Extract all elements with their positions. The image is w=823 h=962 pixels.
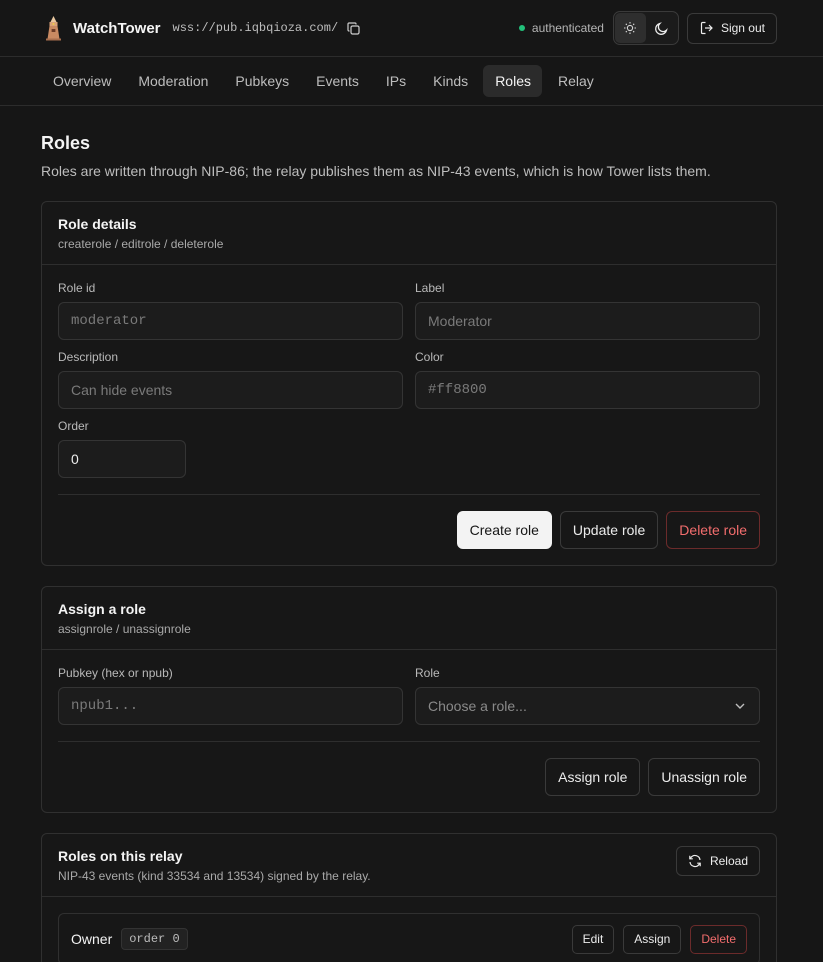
sign-out-label: Sign out	[720, 21, 765, 35]
role-id-input[interactable]	[58, 302, 403, 340]
light-theme-button[interactable]	[614, 13, 646, 43]
roles-list-card: Roles on this relay NIP-43 events (kind …	[41, 833, 777, 962]
main-nav: Overview Moderation Pubkeys Events IPs K…	[0, 57, 823, 106]
top-bar: WatchTower wss://pub.iqbqioza.com/ authe…	[0, 0, 823, 57]
chevron-down-icon	[735, 703, 745, 709]
pubkey-label: Pubkey (hex or npub)	[58, 666, 173, 680]
description-label: Description	[58, 350, 119, 364]
tab-overview[interactable]: Overview	[41, 65, 122, 97]
role-row: Owner order 0 Edit Assign Delete	[58, 913, 760, 962]
tab-events[interactable]: Events	[304, 65, 370, 97]
card-title: Roles on this relay	[58, 848, 183, 864]
sign-out-icon	[700, 21, 713, 35]
assign-role-header: Assign a role assignrole / unassignrole	[42, 587, 776, 650]
description-input[interactable]	[58, 371, 403, 409]
role-details-header: Role details createrole / editrole / del…	[42, 202, 776, 265]
tab-kinds[interactable]: Kinds	[421, 65, 479, 97]
moon-icon	[654, 21, 668, 35]
sign-out-button[interactable]: Sign out	[686, 12, 777, 44]
tab-roles[interactable]: Roles	[483, 65, 542, 97]
card-title: Assign a role	[58, 601, 146, 617]
relay-url: wss://pub.iqbqioza.com/	[172, 21, 339, 35]
roles-list-header: Roles on this relay NIP-43 events (kind …	[42, 834, 776, 897]
page-title: Roles	[41, 133, 91, 153]
tab-relay[interactable]: Relay	[546, 65, 605, 97]
color-group: Color	[415, 350, 760, 409]
order-badge: order 0	[121, 928, 188, 950]
sun-icon	[624, 22, 637, 34]
order-input[interactable]	[58, 440, 186, 478]
app-name: WatchTower	[73, 19, 161, 37]
role-select[interactable]: Choose a role...	[415, 687, 760, 725]
card-subtitle: NIP-43 events (kind 33534 and 13534) sig…	[58, 869, 371, 883]
dark-theme-button[interactable]	[646, 13, 677, 43]
color-label: Color	[415, 350, 444, 364]
card-title: Role details	[58, 216, 137, 232]
brand[interactable]: WatchTower	[43, 15, 161, 41]
role-select-group: Role Choose a role...	[415, 666, 760, 725]
refresh-icon	[689, 854, 701, 868]
card-subtitle: createrole / editrole / deleterole	[58, 237, 224, 251]
label-group: Label	[415, 281, 760, 340]
status-dot-icon	[518, 25, 525, 31]
divider	[58, 494, 760, 495]
tab-moderation[interactable]: Moderation	[126, 65, 219, 97]
role-details-card: Role details createrole / editrole / del…	[41, 201, 777, 566]
page-description: Roles are written through NIP-86; the re…	[41, 163, 711, 179]
copy-icon[interactable]	[346, 21, 360, 35]
auth-status: authenticated	[518, 21, 604, 35]
delete-role-button[interactable]: Delete role	[666, 511, 760, 549]
color-input[interactable]	[415, 371, 760, 409]
main-content: Roles Roles are written through NIP-86; …	[0, 133, 823, 962]
divider	[58, 741, 760, 742]
role-id-label: Role id	[58, 281, 96, 295]
create-role-button[interactable]: Create role	[456, 511, 552, 549]
role-id-group: Role id	[58, 281, 403, 340]
reload-label: Reload	[709, 854, 748, 868]
label-label: Label	[415, 281, 445, 295]
role-name: Owner	[71, 931, 113, 947]
role-select-label: Role	[415, 666, 440, 680]
tab-ips[interactable]: IPs	[374, 65, 417, 97]
card-subtitle: assignrole / unassignrole	[58, 622, 191, 636]
tower-logo-icon	[46, 16, 61, 41]
order-group: Order	[58, 419, 403, 478]
assign-role-button[interactable]: Assign role	[545, 758, 641, 796]
update-role-button[interactable]: Update role	[559, 511, 659, 549]
order-label: Order	[58, 419, 89, 433]
tab-pubkeys[interactable]: Pubkeys	[223, 65, 300, 97]
label-input[interactable]	[415, 302, 760, 340]
assign-role-card: Assign a role assignrole / unassignrole …	[41, 586, 777, 813]
theme-toggle	[612, 11, 679, 45]
unassign-role-button[interactable]: Unassign role	[648, 758, 760, 796]
edit-role-button[interactable]: Edit	[571, 924, 615, 954]
auth-status-label: authenticated	[531, 21, 604, 35]
pubkey-input[interactable]	[58, 687, 403, 725]
assign-role-row-button[interactable]: Assign	[623, 924, 682, 954]
pubkey-group: Pubkey (hex or npub)	[58, 666, 403, 725]
reload-button[interactable]: Reload	[675, 846, 760, 876]
role-select-placeholder: Choose a role...	[428, 698, 527, 714]
description-group: Description	[58, 350, 403, 409]
delete-role-row-button[interactable]: Delete	[690, 924, 747, 954]
